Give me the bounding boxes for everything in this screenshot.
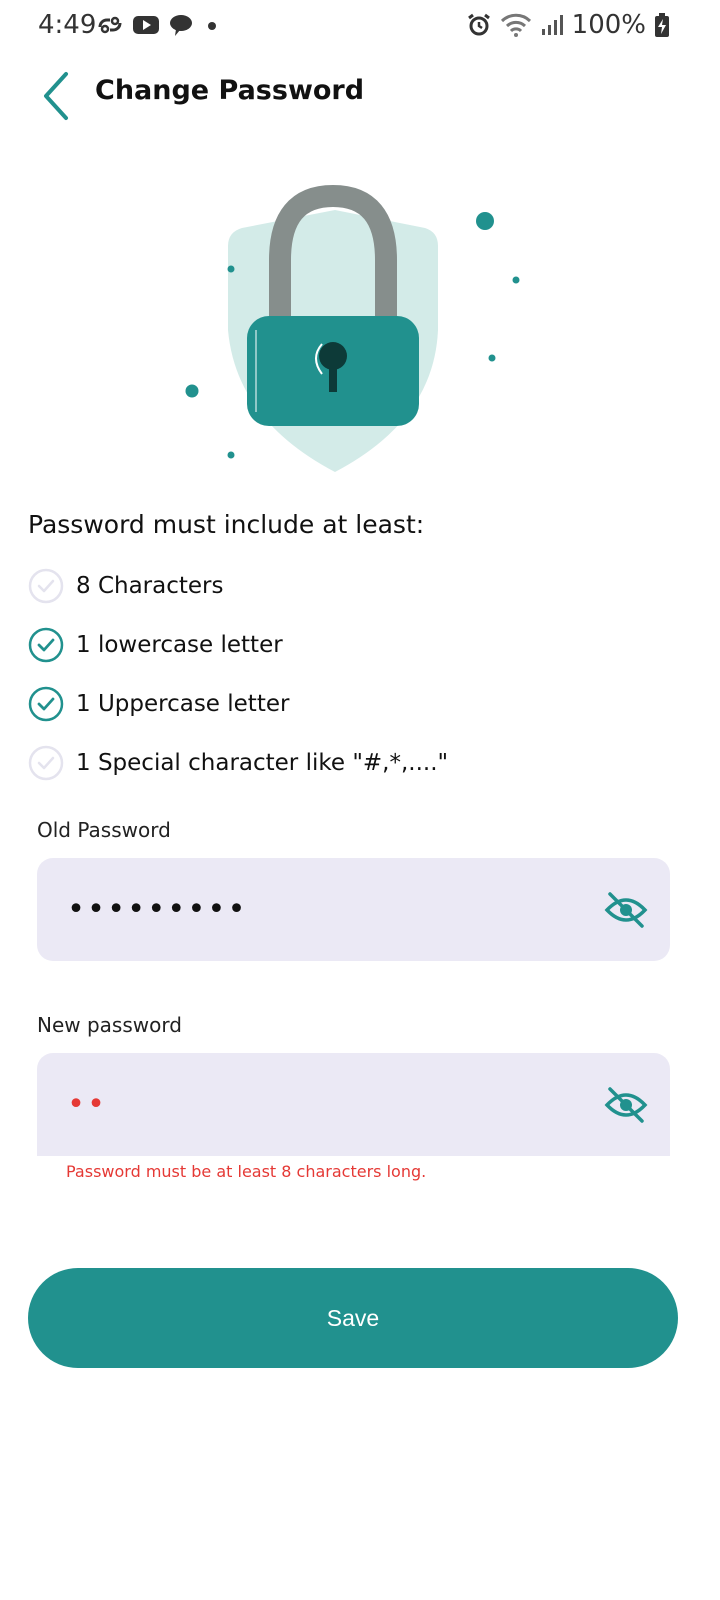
back-button[interactable] xyxy=(36,66,80,122)
battery-percent: 100% xyxy=(571,10,646,40)
battery-charging-icon xyxy=(655,13,669,37)
eye-off-icon xyxy=(604,1087,648,1123)
new-password-label: New password xyxy=(37,1013,182,1037)
save-button[interactable]: Save xyxy=(28,1268,678,1368)
notification-icons xyxy=(96,12,222,38)
chat-icon xyxy=(170,15,192,36)
youtube-icon xyxy=(133,16,159,34)
requirement-label: 1 Special character like "#,*,...." xyxy=(76,749,449,776)
check-circle-icon-unmet xyxy=(28,745,64,780)
alarm-icon xyxy=(467,13,490,36)
requirement-special-char: 1 Special character like "#,*,...." xyxy=(28,733,688,792)
status-right: 100% xyxy=(466,10,670,40)
toggle-new-password-visibility[interactable] xyxy=(604,1085,648,1125)
check-circle-icon-met xyxy=(28,627,64,662)
requirements-heading: Password must include at least: xyxy=(28,510,425,539)
check-circle-icon-met xyxy=(28,686,64,721)
status-bar: 4:49 100% xyxy=(0,0,720,52)
padlock-shield-illustration xyxy=(170,180,550,480)
requirement-uppercase: 1 Uppercase letter xyxy=(28,674,688,733)
old-password-label: Old Password xyxy=(37,818,171,842)
requirement-min-length: 8 Characters xyxy=(28,556,688,615)
requirement-label: 8 Characters xyxy=(76,572,224,599)
lock-icon xyxy=(185,184,520,472)
requirement-lowercase: 1 lowercase letter xyxy=(28,615,688,674)
status-time: 4:49 xyxy=(38,10,97,40)
old-password-value[interactable]: ••••••••• xyxy=(67,892,248,927)
dot-icon xyxy=(208,22,216,30)
check-circle-icon-unmet xyxy=(28,568,64,603)
wifi-icon xyxy=(500,13,531,37)
app-header: Change Password xyxy=(0,60,720,130)
new-password-field[interactable]: •• xyxy=(37,1053,670,1156)
chevron-left-icon xyxy=(44,72,68,120)
old-password-field[interactable]: ••••••••• xyxy=(37,858,670,961)
link-icon xyxy=(98,16,122,34)
signal-icon xyxy=(541,15,563,35)
eye-off-icon xyxy=(604,892,648,928)
toggle-old-password-visibility[interactable] xyxy=(604,890,648,930)
new-password-error: Password must be at least 8 characters l… xyxy=(66,1162,427,1181)
requirements-list: 8 Characters 1 lowercase letter 1 Upperc… xyxy=(28,556,688,792)
new-password-value[interactable]: •• xyxy=(67,1087,107,1122)
requirement-label: 1 Uppercase letter xyxy=(76,690,290,717)
page-title: Change Password xyxy=(95,75,365,106)
requirement-label: 1 lowercase letter xyxy=(76,631,283,658)
